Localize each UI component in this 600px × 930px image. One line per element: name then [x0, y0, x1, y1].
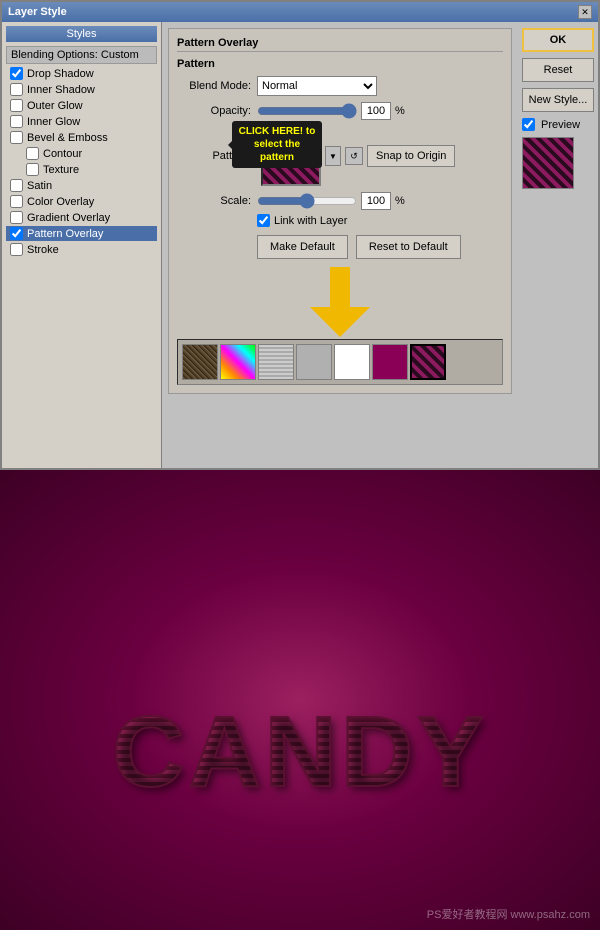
pattern-swatch-6[interactable]	[372, 344, 408, 380]
canvas-text: CANDY	[112, 695, 488, 810]
link-layer-row: Link with Layer	[177, 214, 503, 227]
preview-label: Preview	[541, 119, 580, 131]
pattern-swatch-5[interactable]	[334, 344, 370, 380]
pattern-swatch-2[interactable]	[220, 344, 256, 380]
sidebar-item-gradient-overlay[interactable]: Gradient Overlay	[6, 210, 157, 225]
texture-checkbox[interactable]	[26, 163, 39, 176]
sidebar-item-inner-glow[interactable]: Inner Glow	[6, 114, 157, 129]
sidebar-item-pattern-overlay[interactable]: Pattern Overlay	[6, 226, 157, 241]
scale-value[interactable]	[361, 192, 391, 210]
new-style-button[interactable]: New Style...	[522, 88, 594, 112]
inner-shadow-checkbox[interactable]	[10, 83, 23, 96]
opacity-value[interactable]	[361, 102, 391, 120]
outer-glow-checkbox[interactable]	[10, 99, 23, 112]
satin-checkbox[interactable]	[10, 179, 23, 192]
make-default-button[interactable]: Make Default	[257, 235, 348, 259]
snap-to-origin-button[interactable]: Snap to Origin	[367, 145, 455, 167]
bevel-emboss-checkbox[interactable]	[10, 131, 23, 144]
inner-glow-checkbox[interactable]	[10, 115, 23, 128]
pattern-swatch-selected[interactable]	[410, 344, 446, 380]
dialog-title: Layer Style	[8, 6, 67, 18]
watermark: PS爱好者教程网 www.psahz.com	[427, 906, 590, 922]
sidebar-item-drop-shadow[interactable]: Drop Shadow	[6, 66, 157, 81]
pattern-swatch-1[interactable]	[182, 344, 218, 380]
pattern-swatches-area	[177, 339, 503, 385]
ok-button[interactable]: OK	[522, 28, 594, 52]
pattern-reset-button[interactable]: ↺	[345, 147, 363, 165]
drop-shadow-checkbox[interactable]	[10, 67, 23, 80]
title-bar: Layer Style ✕	[2, 2, 598, 22]
contour-checkbox[interactable]	[26, 147, 39, 160]
down-arrow	[177, 267, 503, 337]
sidebar-item-outer-glow[interactable]: Outer Glow	[6, 98, 157, 113]
sidebar-item-stroke[interactable]: Stroke	[6, 242, 157, 257]
color-overlay-checkbox[interactable]	[10, 195, 23, 208]
scale-slider-container: %	[257, 192, 405, 210]
blend-mode-select[interactable]: Normal Multiply Screen Overlay	[257, 76, 377, 96]
scale-row: Scale: %	[177, 192, 503, 210]
preview-checkbox[interactable]	[522, 118, 535, 131]
opacity-percent: %	[395, 105, 405, 117]
preview-thumbnail	[522, 137, 574, 189]
link-layer-checkbox[interactable]	[257, 214, 270, 227]
layer-style-dialog: Layer Style ✕ Styles Blending Options: C…	[0, 0, 600, 470]
scale-percent: %	[395, 195, 405, 207]
sidebar-item-texture[interactable]: Texture	[6, 162, 157, 177]
gradient-overlay-checkbox[interactable]	[10, 211, 23, 224]
sidebar-item-color-overlay[interactable]: Color Overlay	[6, 194, 157, 209]
reset-default-button[interactable]: Reset to Default	[356, 235, 461, 259]
blending-options-item[interactable]: Blending Options: Custom	[6, 46, 157, 64]
center-panel: Pattern Overlay Pattern Blend Mode: Norm…	[162, 22, 518, 468]
pattern-dropdown-button[interactable]: ▼	[325, 146, 341, 166]
scale-label: Scale:	[177, 195, 257, 207]
canvas-area: CANDY PS爱好者教程网 www.psahz.com	[0, 470, 600, 930]
pattern-swatch-4[interactable]	[296, 344, 332, 380]
blend-mode-label: Blend Mode:	[177, 80, 257, 92]
scale-slider[interactable]	[257, 193, 357, 209]
sidebar-item-contour[interactable]: Contour	[6, 146, 157, 161]
preview-section: Preview	[522, 118, 594, 131]
panel-title: Pattern Overlay	[177, 37, 503, 52]
callout-tooltip: CLICK HERE! to select the pattern	[232, 121, 322, 168]
opacity-slider[interactable]	[257, 103, 357, 119]
sidebar-item-bevel-emboss[interactable]: Bevel & Emboss	[6, 130, 157, 145]
default-buttons-row: Make Default Reset to Default	[177, 235, 503, 259]
opacity-slider-container: %	[257, 102, 405, 120]
stroke-checkbox[interactable]	[10, 243, 23, 256]
styles-header[interactable]: Styles	[6, 26, 157, 42]
close-button[interactable]: ✕	[578, 5, 592, 19]
sidebar-item-satin[interactable]: Satin	[6, 178, 157, 193]
pattern-overlay-checkbox[interactable]	[10, 227, 23, 240]
left-panel: Styles Blending Options: Custom Drop Sha…	[2, 22, 162, 468]
reset-button[interactable]: Reset	[522, 58, 594, 82]
panel-sub-title: Pattern	[177, 58, 503, 70]
opacity-label: Opacity:	[177, 105, 257, 117]
opacity-row: Opacity: %	[177, 102, 503, 120]
pattern-overlay-panel: Pattern Overlay Pattern Blend Mode: Norm…	[168, 28, 512, 394]
link-layer-label: Link with Layer	[274, 215, 347, 227]
sidebar-item-inner-shadow[interactable]: Inner Shadow	[6, 82, 157, 97]
dialog-body: Styles Blending Options: Custom Drop Sha…	[2, 22, 598, 468]
pattern-row: Pattern: ▼ ↺ Snap to Origin CLICK HERE! …	[177, 126, 503, 186]
blend-mode-row: Blend Mode: Normal Multiply Screen Overl…	[177, 76, 503, 96]
pattern-swatch-3[interactable]	[258, 344, 294, 380]
right-buttons-panel: OK Reset New Style... Preview	[518, 22, 598, 468]
